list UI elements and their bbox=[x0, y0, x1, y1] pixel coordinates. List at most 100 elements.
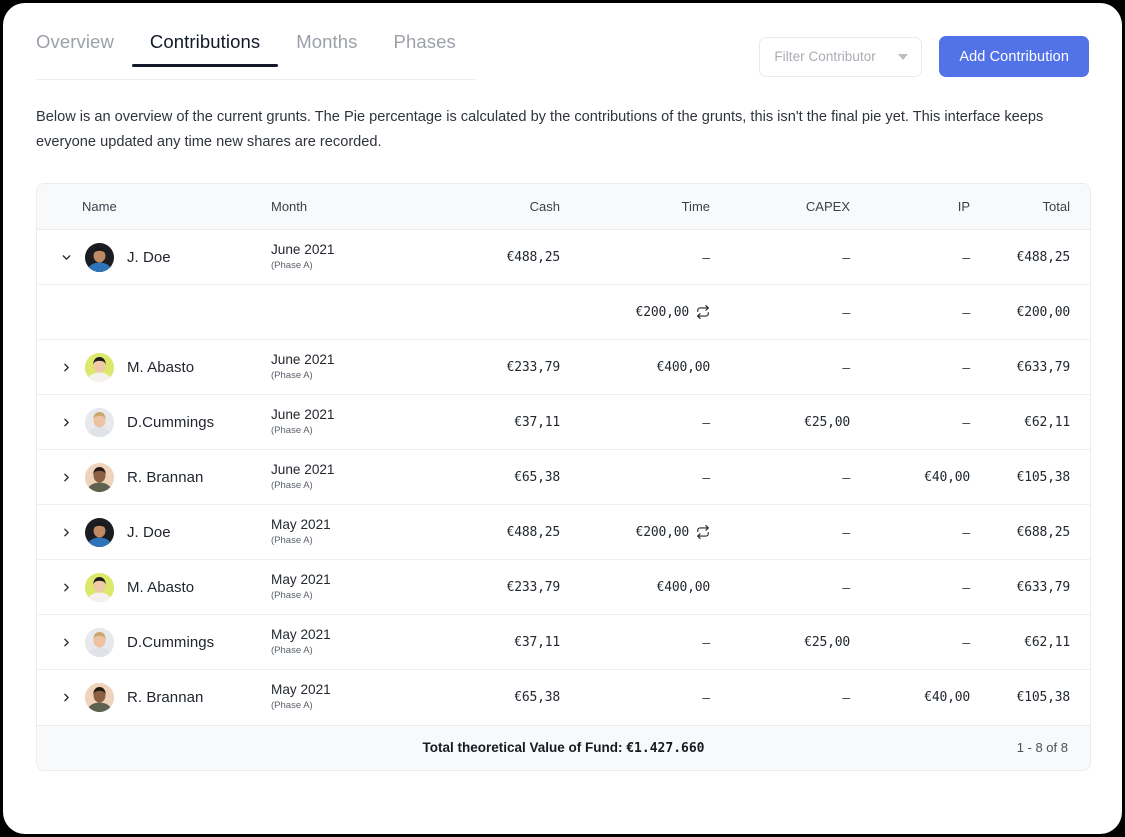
cell-month: May 2021 (Phase A) bbox=[252, 560, 432, 615]
phase-label: (Phase A) bbox=[271, 590, 313, 601]
cell-total: €688,25 bbox=[992, 505, 1090, 560]
cell-month: May 2021 (Phase A) bbox=[252, 615, 432, 670]
cell-name: J. Doe bbox=[37, 230, 252, 285]
month-label: May 2021 bbox=[271, 627, 331, 642]
chevron-right-icon[interactable] bbox=[51, 517, 81, 547]
cell-time: – bbox=[582, 230, 732, 285]
cell-cash: €65,38 bbox=[432, 450, 582, 505]
value-time: €200,00 bbox=[635, 524, 690, 540]
value-capex: – bbox=[842, 688, 850, 705]
chevron-down-icon[interactable] bbox=[51, 242, 81, 272]
chevron-right-icon[interactable] bbox=[51, 682, 81, 712]
contributor-name: M. Abasto bbox=[127, 578, 195, 596]
phase-label: (Phase A) bbox=[271, 260, 313, 271]
value-time: – bbox=[702, 688, 710, 705]
value-total: €488,25 bbox=[1016, 249, 1071, 265]
table-row[interactable]: D.Cummings May 2021 (Phase A) €37,11 – €25,00… bbox=[37, 615, 1090, 670]
avatar bbox=[85, 407, 114, 437]
chevron-right-icon[interactable] bbox=[51, 627, 81, 657]
tab-overview[interactable]: Overview bbox=[36, 31, 132, 67]
value-time: – bbox=[702, 633, 710, 650]
value-time: – bbox=[702, 248, 710, 265]
value-capex: €25,00 bbox=[804, 634, 850, 650]
top-bar: Overview Contributions Months Phases Filter… bbox=[3, 3, 1122, 81]
cell-time: – bbox=[582, 670, 732, 725]
table-row[interactable]: J. Doe June 2021 (Phase A) €488,25 – – – €488,2… bbox=[37, 230, 1090, 285]
cell-cash: €488,25 bbox=[432, 505, 582, 560]
chevron-right-icon[interactable] bbox=[51, 572, 81, 602]
cell-ip: – bbox=[872, 505, 992, 560]
phase-label: (Phase A) bbox=[271, 370, 313, 381]
phase-label: (Phase A) bbox=[271, 480, 313, 491]
filter-contributor-select[interactable]: Filter Contributor bbox=[759, 36, 923, 77]
value-ip: – bbox=[962, 413, 970, 430]
value-cash: €488,25 bbox=[506, 524, 561, 540]
cell-month: June 2021 (Phase A) bbox=[252, 340, 432, 395]
value-ip: – bbox=[962, 248, 970, 265]
table-subrow[interactable]: €200,00 – – €200,00 bbox=[37, 285, 1090, 340]
table-row[interactable]: M. Abasto June 2021 (Phase A) €233,79 €400,0… bbox=[37, 340, 1090, 395]
cell-total: €105,38 bbox=[992, 450, 1090, 505]
value-cash: €233,79 bbox=[506, 579, 561, 595]
cell-capex: – bbox=[732, 560, 872, 615]
value-total: €633,79 bbox=[1016, 579, 1071, 595]
avatar bbox=[85, 517, 114, 547]
month-label: May 2021 bbox=[271, 682, 331, 698]
chevron-right-icon[interactable] bbox=[51, 462, 81, 492]
value-capex: – bbox=[842, 523, 850, 540]
total-fund-amount: €1.427.660 bbox=[626, 740, 705, 756]
table-row[interactable]: D.Cummings June 2021 (Phase A) €37,11 – €25,0… bbox=[37, 395, 1090, 450]
page-description: Below is an overview of the current grun… bbox=[36, 109, 1044, 150]
cell-capex: – bbox=[732, 670, 872, 725]
contributions-table-card: Name Month Cash Time CAPEX IP Total J. D… bbox=[36, 183, 1091, 771]
cell-time: €400,00 bbox=[582, 560, 732, 615]
value-ip: – bbox=[962, 358, 970, 375]
cell-month: June 2021 (Phase A) bbox=[252, 230, 432, 285]
value-capex: €25,00 bbox=[804, 414, 850, 430]
cell-cash: €488,25 bbox=[432, 230, 582, 285]
chevron-right-icon[interactable] bbox=[51, 407, 81, 437]
column-header-total: Total bbox=[992, 184, 1090, 230]
phase-label: (Phase A) bbox=[271, 645, 313, 656]
avatar bbox=[85, 627, 114, 657]
tab-phases[interactable]: Phases bbox=[376, 31, 474, 67]
cell-month: June 2021 (Phase A) bbox=[252, 395, 432, 450]
contributions-table: Name Month Cash Time CAPEX IP Total J. D… bbox=[37, 184, 1090, 725]
cell-name: J. Doe bbox=[37, 505, 252, 560]
cell-total: €488,25 bbox=[992, 230, 1090, 285]
contributor-name: D.Cummings bbox=[127, 413, 215, 431]
cell-month: June 2021 (Phase A) bbox=[252, 450, 432, 505]
cell-capex: €25,00 bbox=[732, 615, 872, 670]
value-total: €62,11 bbox=[1024, 634, 1070, 650]
cell-time: – bbox=[582, 615, 732, 670]
value-capex: – bbox=[842, 468, 850, 485]
table-header-row: Name Month Cash Time CAPEX IP Total bbox=[37, 184, 1090, 230]
table-row[interactable]: R. Brannan June 2021 (Phase A) €65,38 – – €40,… bbox=[37, 450, 1090, 505]
cell-capex: €25,00 bbox=[732, 395, 872, 450]
month-label: June 2021 bbox=[271, 407, 335, 422]
value-time: – bbox=[702, 468, 710, 485]
app-window: Overview Contributions Months Phases Filter… bbox=[3, 3, 1122, 834]
chevron-right-icon[interactable] bbox=[51, 352, 81, 382]
value-cash: €37,11 bbox=[514, 634, 560, 650]
table-row[interactable]: M. Abasto May 2021 (Phase A) €233,79 €400,00… bbox=[37, 560, 1090, 615]
cell-capex: – bbox=[732, 230, 872, 285]
chevron-down-icon bbox=[898, 53, 909, 60]
cell-cash: €37,11 bbox=[432, 395, 582, 450]
value-ip: – bbox=[962, 523, 970, 540]
tab-contributions[interactable]: Contributions bbox=[131, 31, 279, 67]
cell-ip: – bbox=[872, 560, 992, 615]
tab-bar-divider bbox=[36, 79, 476, 80]
value-ip: – bbox=[962, 633, 970, 650]
table-row[interactable]: J. Doe May 2021 (Phase A) €488,25 €200,00 – – €… bbox=[37, 505, 1090, 560]
tab-months[interactable]: Months bbox=[278, 31, 375, 67]
month-label: June 2021 bbox=[271, 352, 335, 367]
table-row[interactable]: R. Brannan May 2021 (Phase A) €65,38 – – €40,0… bbox=[37, 670, 1090, 725]
value-time: – bbox=[702, 413, 710, 430]
cell-total: €62,11 bbox=[992, 395, 1090, 450]
cell-total: €200,00 bbox=[992, 285, 1090, 340]
cell-time: – bbox=[582, 450, 732, 505]
value-ip: €40,00 bbox=[924, 689, 970, 705]
add-contribution-button[interactable]: Add Contribution bbox=[939, 36, 1089, 77]
contributor-name: M. Abasto bbox=[127, 358, 195, 376]
